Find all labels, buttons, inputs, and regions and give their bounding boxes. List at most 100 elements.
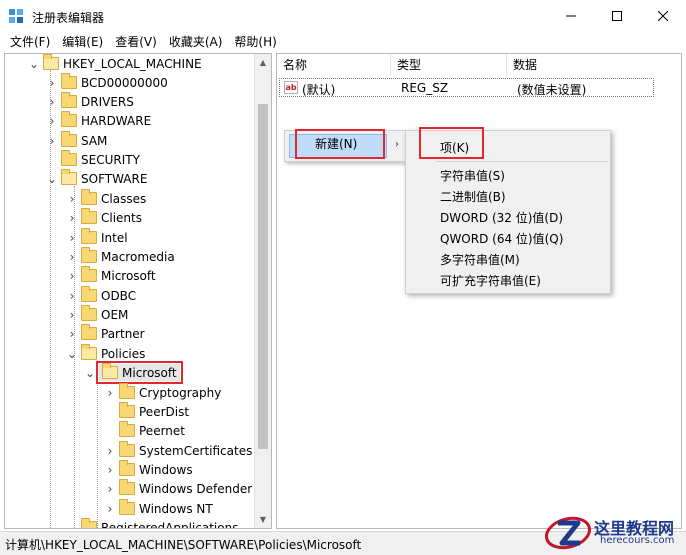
tree-item-sam[interactable]: › SAM: [47, 131, 107, 150]
tree-item-classes[interactable]: › Classes: [67, 189, 146, 208]
expanded-chevron-icon[interactable]: ⌄: [29, 57, 39, 71]
value-name: (默认): [302, 83, 336, 97]
watermark: 这里教程网 herecours.com: [538, 513, 684, 553]
collapsed-chevron-icon[interactable]: ›: [67, 289, 77, 303]
tree-item-label: Microsoft: [122, 365, 177, 380]
registry-tree[interactable]: ⌄ HKEY_LOCAL_MACHINE › BCD00000000 › DRI…: [4, 53, 272, 529]
tree-item-hklm[interactable]: ⌄ HKEY_LOCAL_MACHINE: [29, 54, 202, 73]
collapsed-chevron-icon[interactable]: ›: [67, 308, 77, 322]
selected-key-highlight[interactable]: Microsoft: [96, 361, 183, 384]
tree-item-hardware[interactable]: › HARDWARE: [47, 111, 151, 130]
folder-icon: [81, 228, 97, 244]
folder-open-icon: [102, 363, 118, 379]
menu-view[interactable]: 查看(V): [109, 32, 163, 52]
collapsed-chevron-icon[interactable]: ›: [47, 134, 57, 148]
submenu-item-multistring[interactable]: 多字符串值(M): [440, 251, 520, 268]
tree-item-label: Windows NT: [139, 501, 213, 516]
collapsed-chevron-icon[interactable]: ›: [105, 444, 115, 458]
submenu-item-binary[interactable]: 二进制值(B): [440, 188, 506, 205]
collapsed-chevron-icon[interactable]: ›: [67, 269, 77, 283]
tree-item-cryptography[interactable]: › Cryptography: [105, 383, 221, 402]
submenu-item-expandable-string[interactable]: 可扩充字符串值(E): [440, 272, 541, 289]
expanded-chevron-icon[interactable]: ⌄: [67, 347, 77, 361]
menu-edit[interactable]: 编辑(E): [56, 32, 109, 52]
menu-file[interactable]: 文件(F): [4, 32, 56, 52]
tree-item-clients[interactable]: › Clients: [67, 208, 142, 227]
value-row[interactable]: ab (默认) REG_SZ (数值未设置): [279, 78, 654, 97]
tree-item-bcd[interactable]: › BCD00000000: [47, 73, 168, 92]
tree-item-intel[interactable]: › Intel: [67, 228, 128, 247]
folder-icon: [81, 305, 97, 321]
tree-item-odbc[interactable]: › ODBC: [67, 286, 136, 305]
tree-item-label: Microsoft: [101, 268, 156, 283]
tree-guide-line: [97, 360, 98, 528]
tree-item-peernet[interactable]: Peernet: [105, 421, 185, 440]
folder-icon: [119, 383, 135, 399]
tree-item-windows[interactable]: › Windows: [105, 460, 193, 479]
close-button[interactable]: [640, 0, 686, 32]
collapsed-chevron-icon[interactable]: ›: [105, 386, 115, 400]
tree-item-label: Partner: [101, 326, 145, 341]
tree-item-label: Classes: [101, 191, 147, 206]
tree-item-label: ODBC: [101, 288, 137, 303]
folder-icon: [81, 286, 97, 302]
tree-vertical-scrollbar[interactable]: ▲ ▼: [254, 54, 271, 528]
submenu-arrow-icon: ›: [395, 139, 399, 150]
tree-item-label: SAM: [81, 133, 108, 148]
tree-item-policies-microsoft[interactable]: ⌄ Microsoft: [85, 361, 183, 384]
folder-icon: [81, 208, 97, 224]
minimize-button[interactable]: [548, 0, 594, 32]
collapsed-chevron-icon[interactable]: ›: [47, 95, 57, 109]
tree-item-software[interactable]: ⌄ SOFTWARE: [47, 169, 147, 188]
collapsed-chevron-icon[interactable]: ›: [47, 114, 57, 128]
collapsed-chevron-icon[interactable]: ›: [105, 482, 115, 496]
expanded-chevron-icon[interactable]: ⌄: [85, 366, 95, 380]
folder-open-icon: [61, 169, 77, 185]
close-icon: [658, 11, 668, 21]
submenu-item-string[interactable]: 字符串值(S): [440, 167, 505, 184]
tree-item-microsoft[interactable]: › Microsoft: [67, 266, 156, 285]
tree-item-label: Cryptography: [139, 385, 222, 400]
collapsed-chevron-icon[interactable]: ›: [67, 192, 77, 206]
submenu-item-qword[interactable]: QWORD (64 位)值(Q): [440, 230, 563, 247]
collapsed-chevron-icon[interactable]: ›: [67, 250, 77, 264]
maximize-button[interactable]: [594, 0, 640, 32]
folder-icon: [81, 247, 97, 263]
tree-item-peerdist[interactable]: PeerDist: [105, 402, 189, 421]
menu-help[interactable]: 帮助(H): [228, 32, 282, 52]
column-header-data[interactable]: 数据: [507, 54, 681, 76]
collapsed-chevron-icon[interactable]: ›: [67, 327, 77, 341]
collapsed-chevron-icon[interactable]: ›: [67, 211, 77, 225]
collapsed-chevron-icon[interactable]: ›: [105, 463, 115, 477]
folder-icon: [61, 111, 77, 127]
tree-item-partner[interactable]: › Partner: [67, 324, 145, 343]
folder-open-icon: [81, 344, 97, 360]
column-header-name[interactable]: 名称: [277, 54, 391, 76]
tree-item-windows-nt[interactable]: › Windows NT: [105, 499, 213, 518]
collapsed-chevron-icon[interactable]: ›: [67, 231, 77, 245]
tree-item-oem[interactable]: › OEM: [67, 305, 128, 324]
expanded-chevron-icon[interactable]: ⌄: [47, 172, 57, 186]
tree-item-policies[interactable]: ⌄ Policies: [67, 344, 145, 363]
watermark-logo-icon: [544, 516, 592, 550]
folder-icon: [81, 266, 97, 282]
collapsed-chevron-icon[interactable]: ›: [105, 502, 115, 516]
tree-item-windows-defender[interactable]: › Windows Defender: [105, 479, 252, 498]
scroll-up-icon[interactable]: ▲: [255, 54, 271, 71]
tree-item-macromedia[interactable]: › Macromedia: [67, 247, 175, 266]
scroll-down-icon[interactable]: ▼: [255, 511, 271, 528]
menu-favorites[interactable]: 收藏夹(A): [163, 32, 229, 52]
column-header-type[interactable]: 类型: [391, 54, 507, 76]
tree-item-registeredapplications[interactable]: RegisteredApplications: [67, 518, 239, 529]
collapsed-chevron-icon[interactable]: ›: [47, 76, 57, 90]
tree-item-security[interactable]: SECURITY: [47, 150, 140, 169]
folder-icon: [119, 441, 135, 457]
tree-item-label: Windows: [139, 462, 193, 477]
tree-item-label: SystemCertificates: [139, 443, 253, 458]
scrollbar-thumb[interactable]: [258, 104, 268, 449]
tree-item-systemcertificates[interactable]: › SystemCertificates: [105, 441, 252, 460]
tree-item-drivers[interactable]: › DRIVERS: [47, 92, 134, 111]
submenu-item-dword[interactable]: DWORD (32 位)值(D): [440, 209, 563, 226]
menu-bar: 文件(F) 编辑(E) 查看(V) 收藏夹(A) 帮助(H): [0, 32, 686, 52]
tree-item-label: RegisteredApplications: [101, 520, 239, 529]
